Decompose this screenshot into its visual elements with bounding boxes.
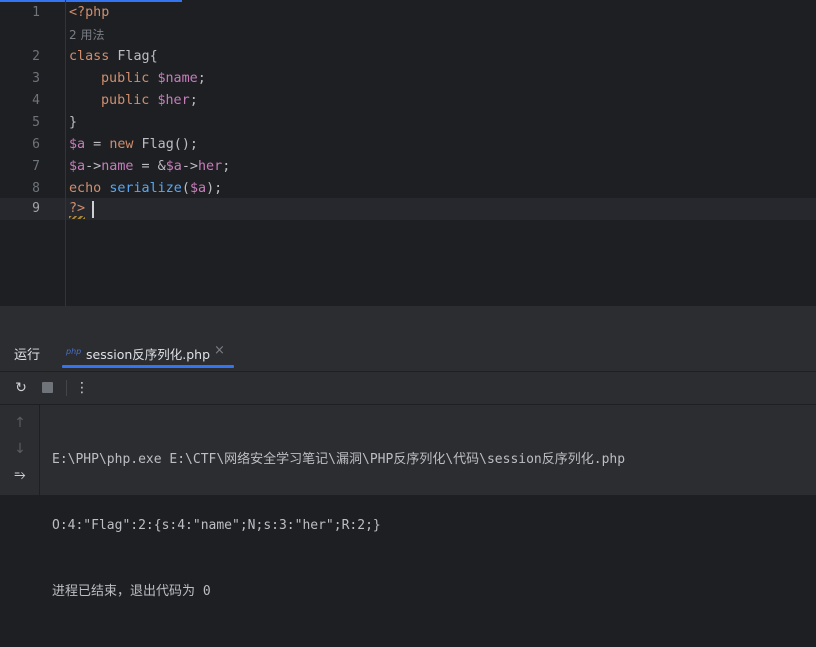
variable: $a xyxy=(189,181,207,196)
code-editor[interactable]: 1 2 3 4 5 6 7 8 9 <?php 2 用法 class Flag{… xyxy=(0,0,816,306)
line-number: 5 xyxy=(32,115,40,130)
selected-tab-indicator xyxy=(62,365,234,368)
code-text: ; xyxy=(197,71,206,86)
soft-wrap-icon[interactable]: ⥱ xyxy=(12,467,28,483)
close-icon[interactable]: × xyxy=(214,343,225,358)
code-text: ( xyxy=(181,181,190,196)
panel-divider[interactable] xyxy=(0,306,816,332)
code-line-8[interactable]: echo serialize($a); xyxy=(69,178,222,200)
usage-inlay-hint[interactable]: 2 用法 xyxy=(69,24,104,46)
stop-icon[interactable] xyxy=(42,382,53,393)
code-text: -> xyxy=(85,159,102,174)
line-number: 7 xyxy=(32,159,40,174)
line-number: 3 xyxy=(32,71,40,86)
variable: $her xyxy=(157,93,190,108)
code-line-3[interactable]: public $name; xyxy=(101,68,206,90)
arrow-down-icon[interactable]: ↓ xyxy=(12,441,28,457)
variable: $a xyxy=(69,159,86,174)
code-text: ; xyxy=(222,159,231,174)
line-number-current: 9 xyxy=(32,201,40,216)
more-options-icon[interactable]: ⋮ xyxy=(74,380,90,396)
warning-squiggle xyxy=(69,216,85,219)
run-config-tab[interactable]: php session反序列化.php × xyxy=(62,338,234,368)
run-tab-label: session反序列化.php xyxy=(86,347,211,362)
line-number: 1 xyxy=(32,5,40,20)
rerun-icon[interactable]: ↻ xyxy=(13,380,29,396)
arrow-up-icon[interactable]: ↑ xyxy=(12,415,28,431)
line-number: 8 xyxy=(32,181,40,196)
keyword: class xyxy=(69,49,110,64)
keyword: echo xyxy=(69,181,102,196)
run-panel-title: 运行 xyxy=(14,348,41,363)
console-side-toolbar: ↑ ↓ ⥱ xyxy=(0,405,40,495)
line-number: 6 xyxy=(32,137,40,152)
toolbar-separator xyxy=(66,380,67,396)
keyword: public xyxy=(101,93,150,108)
property: name xyxy=(101,159,134,174)
console-line-command: E:\PHP\php.exe E:\CTF\网络安全学习笔记\漏洞\PHP反序列… xyxy=(52,452,626,467)
run-panel-header: 运行 php session反序列化.php × xyxy=(0,332,816,372)
code-line-2[interactable]: class Flag{ xyxy=(69,46,158,68)
php-file-icon: php xyxy=(66,347,82,356)
run-toolbar: ↻ ⋮ xyxy=(0,372,816,405)
code-line-7[interactable]: $a->name = &$a->her; xyxy=(69,156,230,178)
console-output[interactable]: E:\PHP\php.exe E:\CTF\网络安全学习笔记\漏洞\PHP反序列… xyxy=(52,405,625,647)
current-line-highlight xyxy=(0,198,816,220)
text-caret xyxy=(92,201,94,218)
code-text: = & xyxy=(133,159,166,174)
keyword: new xyxy=(109,137,134,152)
variable: $a xyxy=(69,137,86,152)
property: her xyxy=(198,159,223,174)
function-name: serialize xyxy=(109,181,182,196)
code-line-6[interactable]: $a = new Flag(); xyxy=(69,134,198,156)
console-line-output: O:4:"Flag":2:{s:4:"name";N;s:3:"her";R:2… xyxy=(52,518,381,533)
line-number: 4 xyxy=(32,93,40,108)
line-number-gutter: 1 2 3 4 5 6 7 8 9 xyxy=(0,0,66,306)
line-number: 2 xyxy=(32,49,40,64)
variable: $a xyxy=(165,159,182,174)
code-text: Flag{ xyxy=(109,49,158,64)
code-line-4[interactable]: public $her; xyxy=(101,90,198,112)
keyword: public xyxy=(101,71,150,86)
console-line-exit: 进程已结束，退出代码为 0 xyxy=(52,584,211,599)
run-tool-window: 运行 php session反序列化.php × ↻ ⋮ ↑ ↓ ⥱ E:\PH… xyxy=(0,332,816,599)
code-text: = xyxy=(85,137,110,152)
code-text: ); xyxy=(206,181,223,196)
variable: $name xyxy=(157,71,198,86)
code-line-1[interactable]: <?php xyxy=(69,2,109,24)
code-text: -> xyxy=(181,159,198,174)
code-text: Flag(); xyxy=(133,137,198,152)
code-line-5[interactable]: } xyxy=(69,112,77,134)
code-text: ; xyxy=(189,93,198,108)
